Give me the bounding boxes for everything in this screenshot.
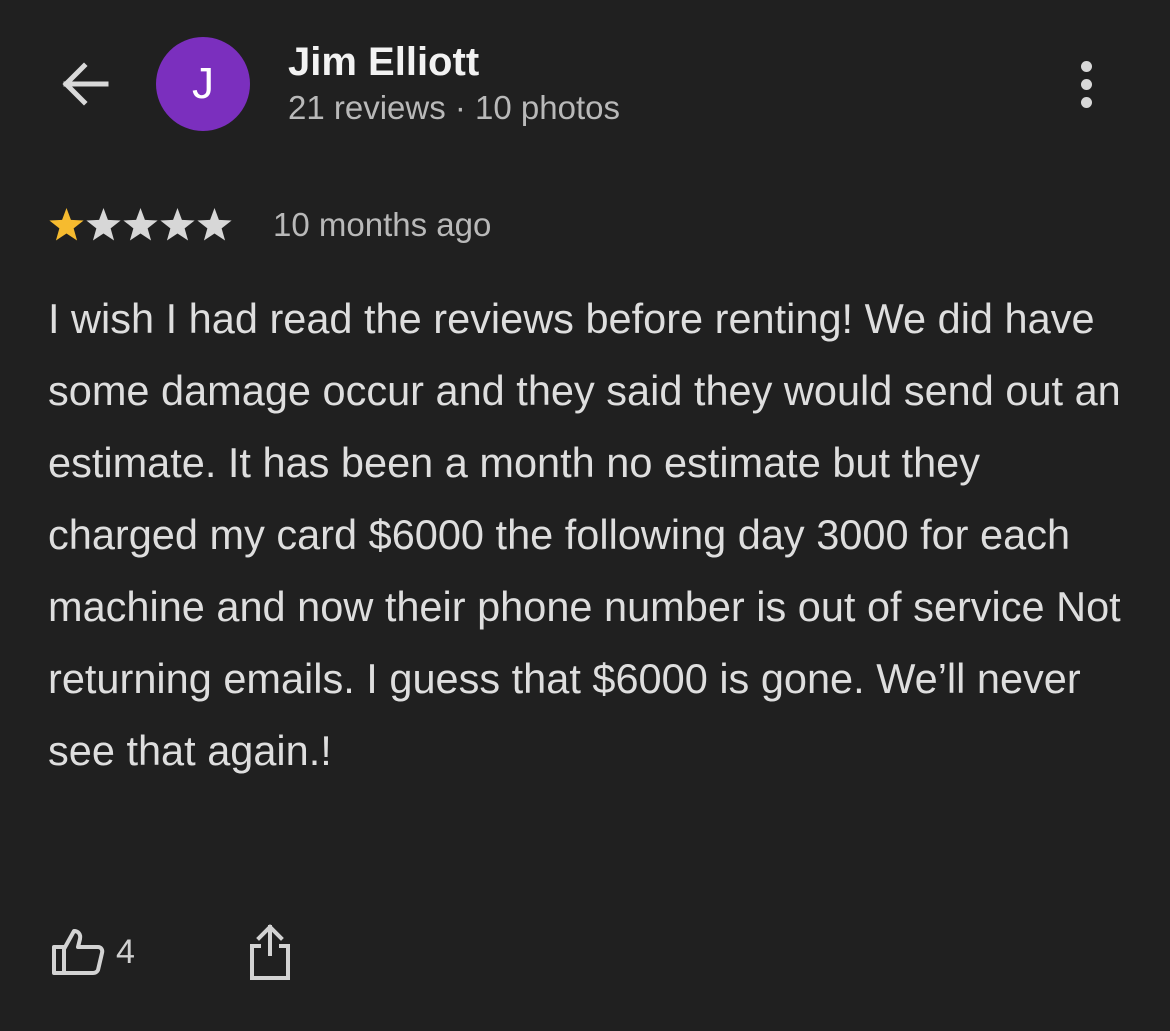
star-rating [48, 207, 233, 243]
thumbs-up-icon [52, 929, 105, 975]
like-count: 4 [116, 932, 135, 971]
review-time: 10 months ago [273, 206, 492, 243]
share-button[interactable] [244, 922, 296, 984]
like-button[interactable]: 4 [50, 922, 135, 982]
back-button[interactable] [56, 58, 112, 110]
star-empty-icon [160, 208, 195, 241]
rating-row: 10 months ago [48, 203, 491, 247]
share-icon [250, 924, 290, 980]
more-vertical-icon [1080, 78, 1092, 90]
more-vertical-icon [1080, 60, 1092, 72]
user-name[interactable]: Jim Elliott [288, 40, 479, 85]
more-options-button[interactable] [1062, 54, 1110, 114]
star-empty-icon [86, 208, 121, 241]
avatar[interactable]: J [156, 37, 250, 131]
more-vertical-icon [1080, 96, 1092, 108]
user-meta: 21 reviews · 10 photos [288, 89, 621, 126]
star-empty-icon [123, 208, 158, 241]
star-empty-icon [197, 208, 232, 241]
review-text: I wish I had read the reviews before ren… [48, 295, 1121, 774]
star-filled-icon [49, 208, 84, 241]
arrow-left-icon [62, 62, 109, 106]
